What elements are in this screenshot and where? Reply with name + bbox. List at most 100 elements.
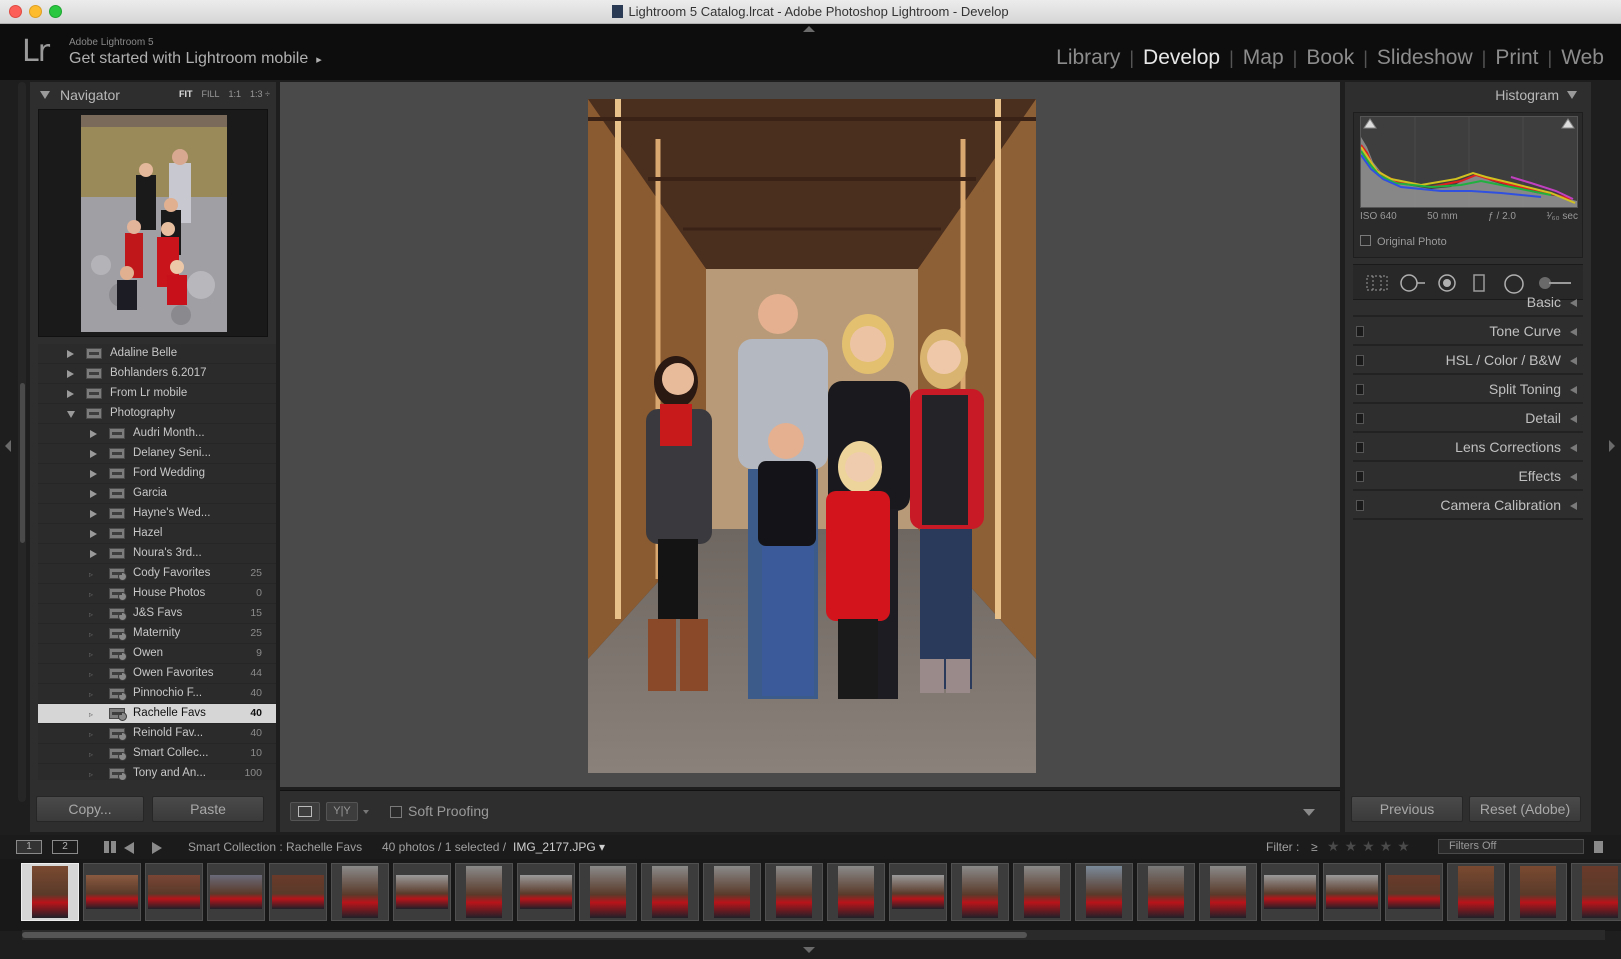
section-expand-triangle-icon[interactable] [1570, 299, 1577, 307]
reset-adobe-button[interactable]: Reset (Adobe) [1469, 796, 1581, 822]
filmstrip-thumbnail[interactable] [1385, 863, 1443, 921]
zoom-fill[interactable]: FILL [202, 89, 220, 99]
section-basic[interactable]: Basic [1353, 290, 1583, 317]
filmstrip-thumbnail[interactable] [455, 863, 513, 921]
expand-triangle-icon[interactable] [90, 450, 97, 458]
filmstrip-thumbnail[interactable] [269, 863, 327, 921]
module-web[interactable]: Web [1552, 46, 1613, 70]
expand-triangle-icon[interactable] [90, 490, 97, 498]
section-toggle-switch[interactable] [1356, 471, 1364, 482]
section-toggle-switch[interactable] [1356, 326, 1364, 337]
expand-open-triangle-icon[interactable] [67, 411, 75, 418]
zoom-1-1[interactable]: 1:1 [229, 89, 242, 99]
filter-preset-select[interactable]: Filters Off [1438, 839, 1584, 854]
source-label[interactable]: Smart Collection : Rachelle Favs [188, 840, 362, 854]
view-options-dropdown-icon[interactable] [363, 810, 369, 814]
section-camera-calibration[interactable]: Camera Calibration [1353, 493, 1583, 520]
expand-triangle-icon[interactable] [90, 510, 97, 518]
expand-triangle-icon[interactable] [90, 550, 97, 558]
folder-row[interactable]: Ford Wedding [38, 464, 276, 484]
filmstrip-thumbnail[interactable] [207, 863, 265, 921]
navigator-header[interactable]: Navigator FIT FILL 1:1 1:3 ÷ [30, 82, 276, 108]
filename-dropdown[interactable]: IMG_2177.JPG ▾ [513, 840, 605, 854]
folder-row[interactable]: Hayne's Wed... [38, 504, 276, 524]
main-photo[interactable] [588, 99, 1036, 773]
section-lens-corrections[interactable]: Lens Corrections [1353, 435, 1583, 462]
filmstrip-thumbnail[interactable] [1013, 863, 1071, 921]
collapse-top-panel-arrow-icon[interactable] [803, 26, 815, 32]
soft-proofing-checkbox[interactable] [390, 806, 402, 818]
filmstrip-scrollbar[interactable] [22, 930, 1605, 940]
star-rating-filter[interactable]: ★★★★★ [1327, 838, 1415, 855]
forward-arrow-icon[interactable] [152, 842, 162, 854]
section-split-toning[interactable]: Split Toning [1353, 377, 1583, 404]
collapse-left-panel-arrow-icon[interactable] [5, 440, 11, 452]
collection-row[interactable]: ▹ Tony and An... 100 [38, 764, 276, 780]
filmstrip-thumbnail[interactable] [83, 863, 141, 921]
collection-row[interactable]: ▹ J&S Favs 15 [38, 604, 276, 624]
collapse-bottom-panel-arrow-icon[interactable] [803, 947, 815, 953]
module-map[interactable]: Map [1234, 46, 1293, 70]
section-expand-triangle-icon[interactable] [1570, 415, 1577, 423]
section-toggle-switch[interactable] [1356, 500, 1364, 511]
histogram-title[interactable]: Histogram [1495, 87, 1577, 103]
paste-settings-button[interactable]: Paste [152, 796, 264, 822]
primary-display-button[interactable]: 1 [16, 840, 42, 854]
section-toggle-switch[interactable] [1356, 442, 1364, 453]
section-expand-triangle-icon[interactable] [1570, 386, 1577, 394]
navigator-preview[interactable] [38, 109, 268, 337]
section-hsl-color-b-w[interactable]: HSL / Color / B&W [1353, 348, 1583, 375]
collection-row[interactable]: ▹ Rachelle Favs 40 [38, 704, 276, 724]
filter-lock-icon[interactable] [1594, 841, 1603, 853]
collection-row[interactable]: ▹ Cody Favorites 25 [38, 564, 276, 584]
filmstrip-thumbnail[interactable] [393, 863, 451, 921]
filmstrip-thumbnail[interactable] [579, 863, 637, 921]
collection-row[interactable]: ▹ Owen Favorites 44 [38, 664, 276, 684]
loupe-view-button[interactable] [290, 802, 320, 821]
module-develop[interactable]: Develop [1134, 46, 1229, 70]
before-after-view-button[interactable]: Y|Y [326, 802, 358, 821]
module-book[interactable]: Book [1297, 46, 1363, 70]
filmstrip-thumbnail[interactable] [1323, 863, 1381, 921]
grid-view-icon[interactable] [104, 841, 116, 853]
collection-row[interactable]: ▹ Reinold Fav... 40 [38, 724, 276, 744]
filmstrip-thumbnail[interactable] [517, 863, 575, 921]
section-expand-triangle-icon[interactable] [1570, 328, 1577, 336]
filmstrip-thumbnail[interactable] [1261, 863, 1319, 921]
section-toggle-switch[interactable] [1356, 413, 1364, 424]
filmstrip-thumbnail[interactable] [1509, 863, 1567, 921]
folder-row[interactable]: From Lr mobile [38, 384, 276, 404]
image-canvas[interactable] [280, 82, 1340, 787]
left-panel-scroll-thumb[interactable] [20, 383, 25, 543]
section-expand-triangle-icon[interactable] [1570, 502, 1577, 510]
filmstrip-thumbnail[interactable] [331, 863, 389, 921]
expand-triangle-icon[interactable] [90, 470, 97, 478]
expand-triangle-icon[interactable] [67, 350, 74, 358]
expand-triangle-icon[interactable] [90, 530, 97, 538]
folder-row[interactable]: Hazel [38, 524, 276, 544]
filmstrip-thumbnail[interactable] [21, 863, 79, 921]
folder-row[interactable]: Garcia [38, 484, 276, 504]
filmstrip-thumbnail[interactable] [1571, 863, 1621, 921]
section-expand-triangle-icon[interactable] [1570, 473, 1577, 481]
filmstrip-thumbnail[interactable] [1137, 863, 1195, 921]
collection-row[interactable]: ▹ Owen 9 [38, 644, 276, 664]
collection-row[interactable]: ▹ Pinnochio F... 40 [38, 684, 276, 704]
folder-row[interactable]: Adaline Belle [38, 344, 276, 364]
zoom-fit[interactable]: FIT [179, 89, 193, 99]
copy-settings-button[interactable]: Copy... [36, 796, 144, 822]
expand-triangle-icon[interactable] [67, 370, 74, 378]
section-toggle-switch[interactable] [1356, 384, 1364, 395]
section-tone-curve[interactable]: Tone Curve [1353, 319, 1583, 346]
previous-settings-button[interactable]: Previous [1351, 796, 1463, 822]
filmstrip-thumbnail[interactable] [827, 863, 885, 921]
filter-operator[interactable]: ≥ [1311, 840, 1318, 854]
filmstrip-thumbnail[interactable] [641, 863, 699, 921]
section-expand-triangle-icon[interactable] [1570, 357, 1577, 365]
filmstrip-thumbnail[interactable] [145, 863, 203, 921]
folder-row[interactable]: Delaney Seni... [38, 444, 276, 464]
section-effects[interactable]: Effects [1353, 464, 1583, 491]
histogram-graph[interactable] [1360, 116, 1578, 208]
filmstrip-thumbnail[interactable] [1199, 863, 1257, 921]
secondary-display-button[interactable]: 2 [52, 840, 78, 854]
